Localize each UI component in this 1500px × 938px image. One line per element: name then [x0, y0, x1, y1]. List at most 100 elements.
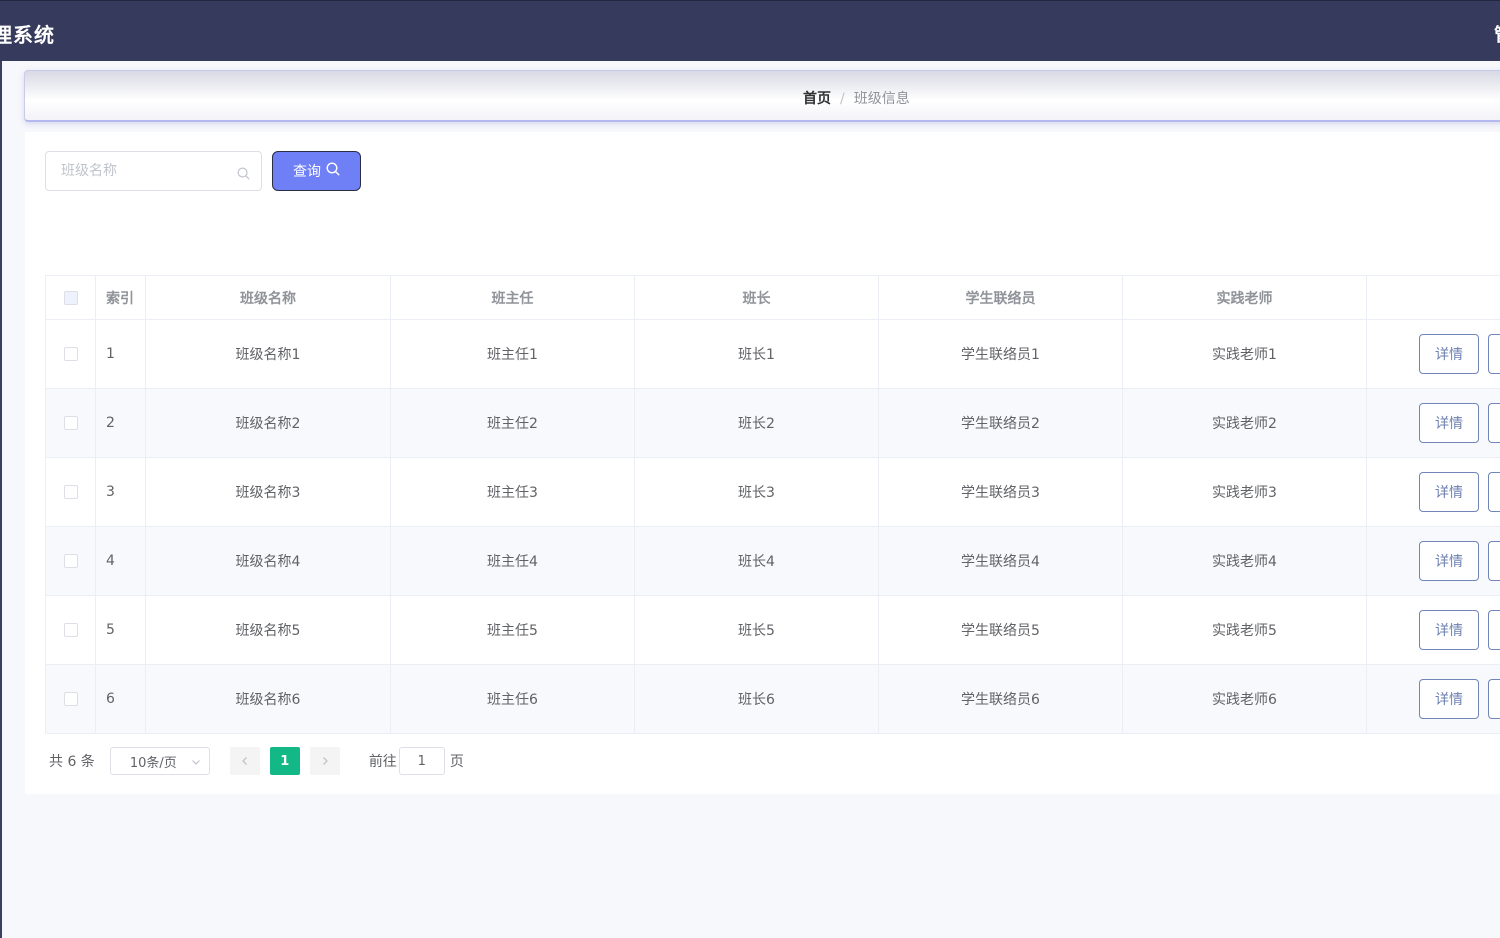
table-row: 1 班级名称1 班主任1 班长1 学生联络员1 实践老师1 详情 [46, 320, 1500, 389]
detail-button[interactable]: 详情 [1419, 403, 1479, 443]
breadcrumb-current: 班级信息 [853, 91, 910, 107]
top-bar: 理系统 管 [0, 0, 1500, 61]
user-menu-label[interactable]: 管 [1494, 21, 1500, 47]
search-icon [237, 165, 250, 184]
edit-button[interactable] [1488, 403, 1500, 443]
edit-button[interactable] [1488, 334, 1500, 374]
row-checkbox[interactable] [63, 623, 78, 637]
page-size-select[interactable]: 10条/页 [109, 747, 210, 775]
search-input[interactable] [47, 153, 227, 189]
detail-button[interactable]: 详情 [1419, 541, 1479, 581]
row-checkbox[interactable] [63, 692, 78, 706]
page-number-active[interactable]: 1 [269, 747, 300, 775]
detail-button[interactable]: 详情 [1419, 334, 1479, 374]
pagination: 共 6 条 10条/页 1 前往 页 [49, 747, 464, 775]
cell-index: 6 [96, 665, 146, 733]
cell-practice-teacher: 实践老师5 [1123, 596, 1367, 664]
cell-practice-teacher: 实践老师3 [1123, 458, 1367, 526]
cell-class-name: 班级名称5 [146, 596, 391, 664]
breadcrumb-bar: 首页 / 班级信息 [24, 70, 1500, 122]
cell-liaison: 学生联络员1 [879, 320, 1123, 388]
cell-liaison: 学生联络员2 [879, 389, 1123, 457]
cell-head-teacher: 班主任3 [391, 458, 635, 526]
cell-class-name: 班级名称3 [146, 458, 391, 526]
page-unit-label: 页 [449, 754, 464, 770]
cell-head-teacher: 班主任4 [391, 527, 635, 595]
app-root: 理系统 管 首页 / 班级信息 查询 索引 班级名称 班主任 [0, 0, 1500, 938]
detail-button[interactable]: 详情 [1419, 679, 1479, 719]
row-checkbox[interactable] [63, 416, 78, 430]
header-head-teacher: 班主任 [391, 276, 635, 319]
sidebar-edge [0, 61, 2, 938]
cell-class-name: 班级名称2 [146, 389, 391, 457]
cell-practice-teacher: 实践老师4 [1123, 527, 1367, 595]
chevron-right-icon [322, 757, 328, 765]
cell-index: 3 [96, 458, 146, 526]
cell-practice-teacher: 实践老师1 [1123, 320, 1367, 388]
table-row: 3 班级名称3 班主任3 班长3 学生联络员3 实践老师3 详情 [46, 458, 1500, 527]
table-header: 索引 班级名称 班主任 班长 学生联络员 实践老师 [46, 276, 1500, 320]
table-row: 6 班级名称6 班主任6 班长6 学生联络员6 实践老师6 详情 [46, 665, 1500, 734]
row-checkbox[interactable] [63, 485, 78, 499]
breadcrumb: 首页 / 班级信息 [803, 88, 910, 108]
cell-index: 5 [96, 596, 146, 664]
cell-class-name: 班级名称4 [146, 527, 391, 595]
header-operations [1367, 276, 1500, 319]
goto-label: 前往 [368, 754, 397, 770]
cell-liaison: 学生联络员6 [879, 665, 1123, 733]
select-all-checkbox[interactable] [63, 290, 78, 305]
edit-button[interactable] [1488, 541, 1500, 581]
cell-practice-teacher: 实践老师6 [1123, 665, 1367, 733]
cell-head-teacher: 班主任6 [391, 665, 635, 733]
query-button[interactable]: 查询 [272, 151, 361, 191]
chevron-left-icon [241, 757, 247, 765]
row-checkbox[interactable] [63, 347, 78, 361]
main-panel: 查询 索引 班级名称 班主任 班长 学生联络员 实践老师 1 班级名称1 班主任… [25, 132, 1500, 794]
cell-monitor: 班长1 [635, 320, 879, 388]
breadcrumb-home[interactable]: 首页 [803, 91, 831, 107]
cell-monitor: 班长2 [635, 389, 879, 457]
cell-index: 1 [96, 320, 146, 388]
prev-page-button[interactable] [229, 747, 260, 775]
chevron-down-icon [191, 756, 201, 771]
detail-button[interactable]: 详情 [1419, 610, 1479, 650]
edit-button[interactable] [1488, 472, 1500, 512]
cell-monitor: 班长5 [635, 596, 879, 664]
pagination-total: 共 6 条 [49, 754, 95, 770]
breadcrumb-separator: / [840, 91, 845, 107]
cell-index: 2 [96, 389, 146, 457]
cell-class-name: 班级名称1 [146, 320, 391, 388]
next-page-button[interactable] [309, 747, 340, 775]
cell-liaison: 学生联络员5 [879, 596, 1123, 664]
cell-monitor: 班长3 [635, 458, 879, 526]
app-title: 理系统 [0, 23, 55, 47]
search-box [45, 151, 262, 191]
edit-button[interactable] [1488, 679, 1500, 719]
cell-practice-teacher: 实践老师2 [1123, 389, 1367, 457]
table-row: 5 班级名称5 班主任5 班长5 学生联络员5 实践老师5 详情 [46, 596, 1500, 665]
query-button-label: 查询 [293, 164, 321, 180]
goto-page-input[interactable] [398, 747, 445, 775]
row-checkbox[interactable] [63, 554, 78, 568]
header-index: 索引 [96, 276, 146, 319]
cell-class-name: 班级名称6 [146, 665, 391, 733]
search-icon [326, 162, 340, 180]
cell-monitor: 班长4 [635, 527, 879, 595]
header-class-name: 班级名称 [146, 276, 391, 319]
cell-head-teacher: 班主任5 [391, 596, 635, 664]
edit-button[interactable] [1488, 610, 1500, 650]
page-size-value: 10条/页 [129, 755, 177, 771]
header-practice-teacher: 实践老师 [1123, 276, 1367, 319]
cell-head-teacher: 班主任2 [391, 389, 635, 457]
cell-index: 4 [96, 527, 146, 595]
cell-liaison: 学生联络员4 [879, 527, 1123, 595]
table-row: 2 班级名称2 班主任2 班长2 学生联络员2 实践老师2 详情 [46, 389, 1500, 458]
class-table: 索引 班级名称 班主任 班长 学生联络员 实践老师 1 班级名称1 班主任1 班… [45, 275, 1500, 734]
header-liaison: 学生联络员 [879, 276, 1123, 319]
detail-button[interactable]: 详情 [1419, 472, 1479, 512]
header-monitor: 班长 [635, 276, 879, 319]
cell-head-teacher: 班主任1 [391, 320, 635, 388]
table-row: 4 班级名称4 班主任4 班长4 学生联络员4 实践老师4 详情 [46, 527, 1500, 596]
cell-liaison: 学生联络员3 [879, 458, 1123, 526]
cell-monitor: 班长6 [635, 665, 879, 733]
